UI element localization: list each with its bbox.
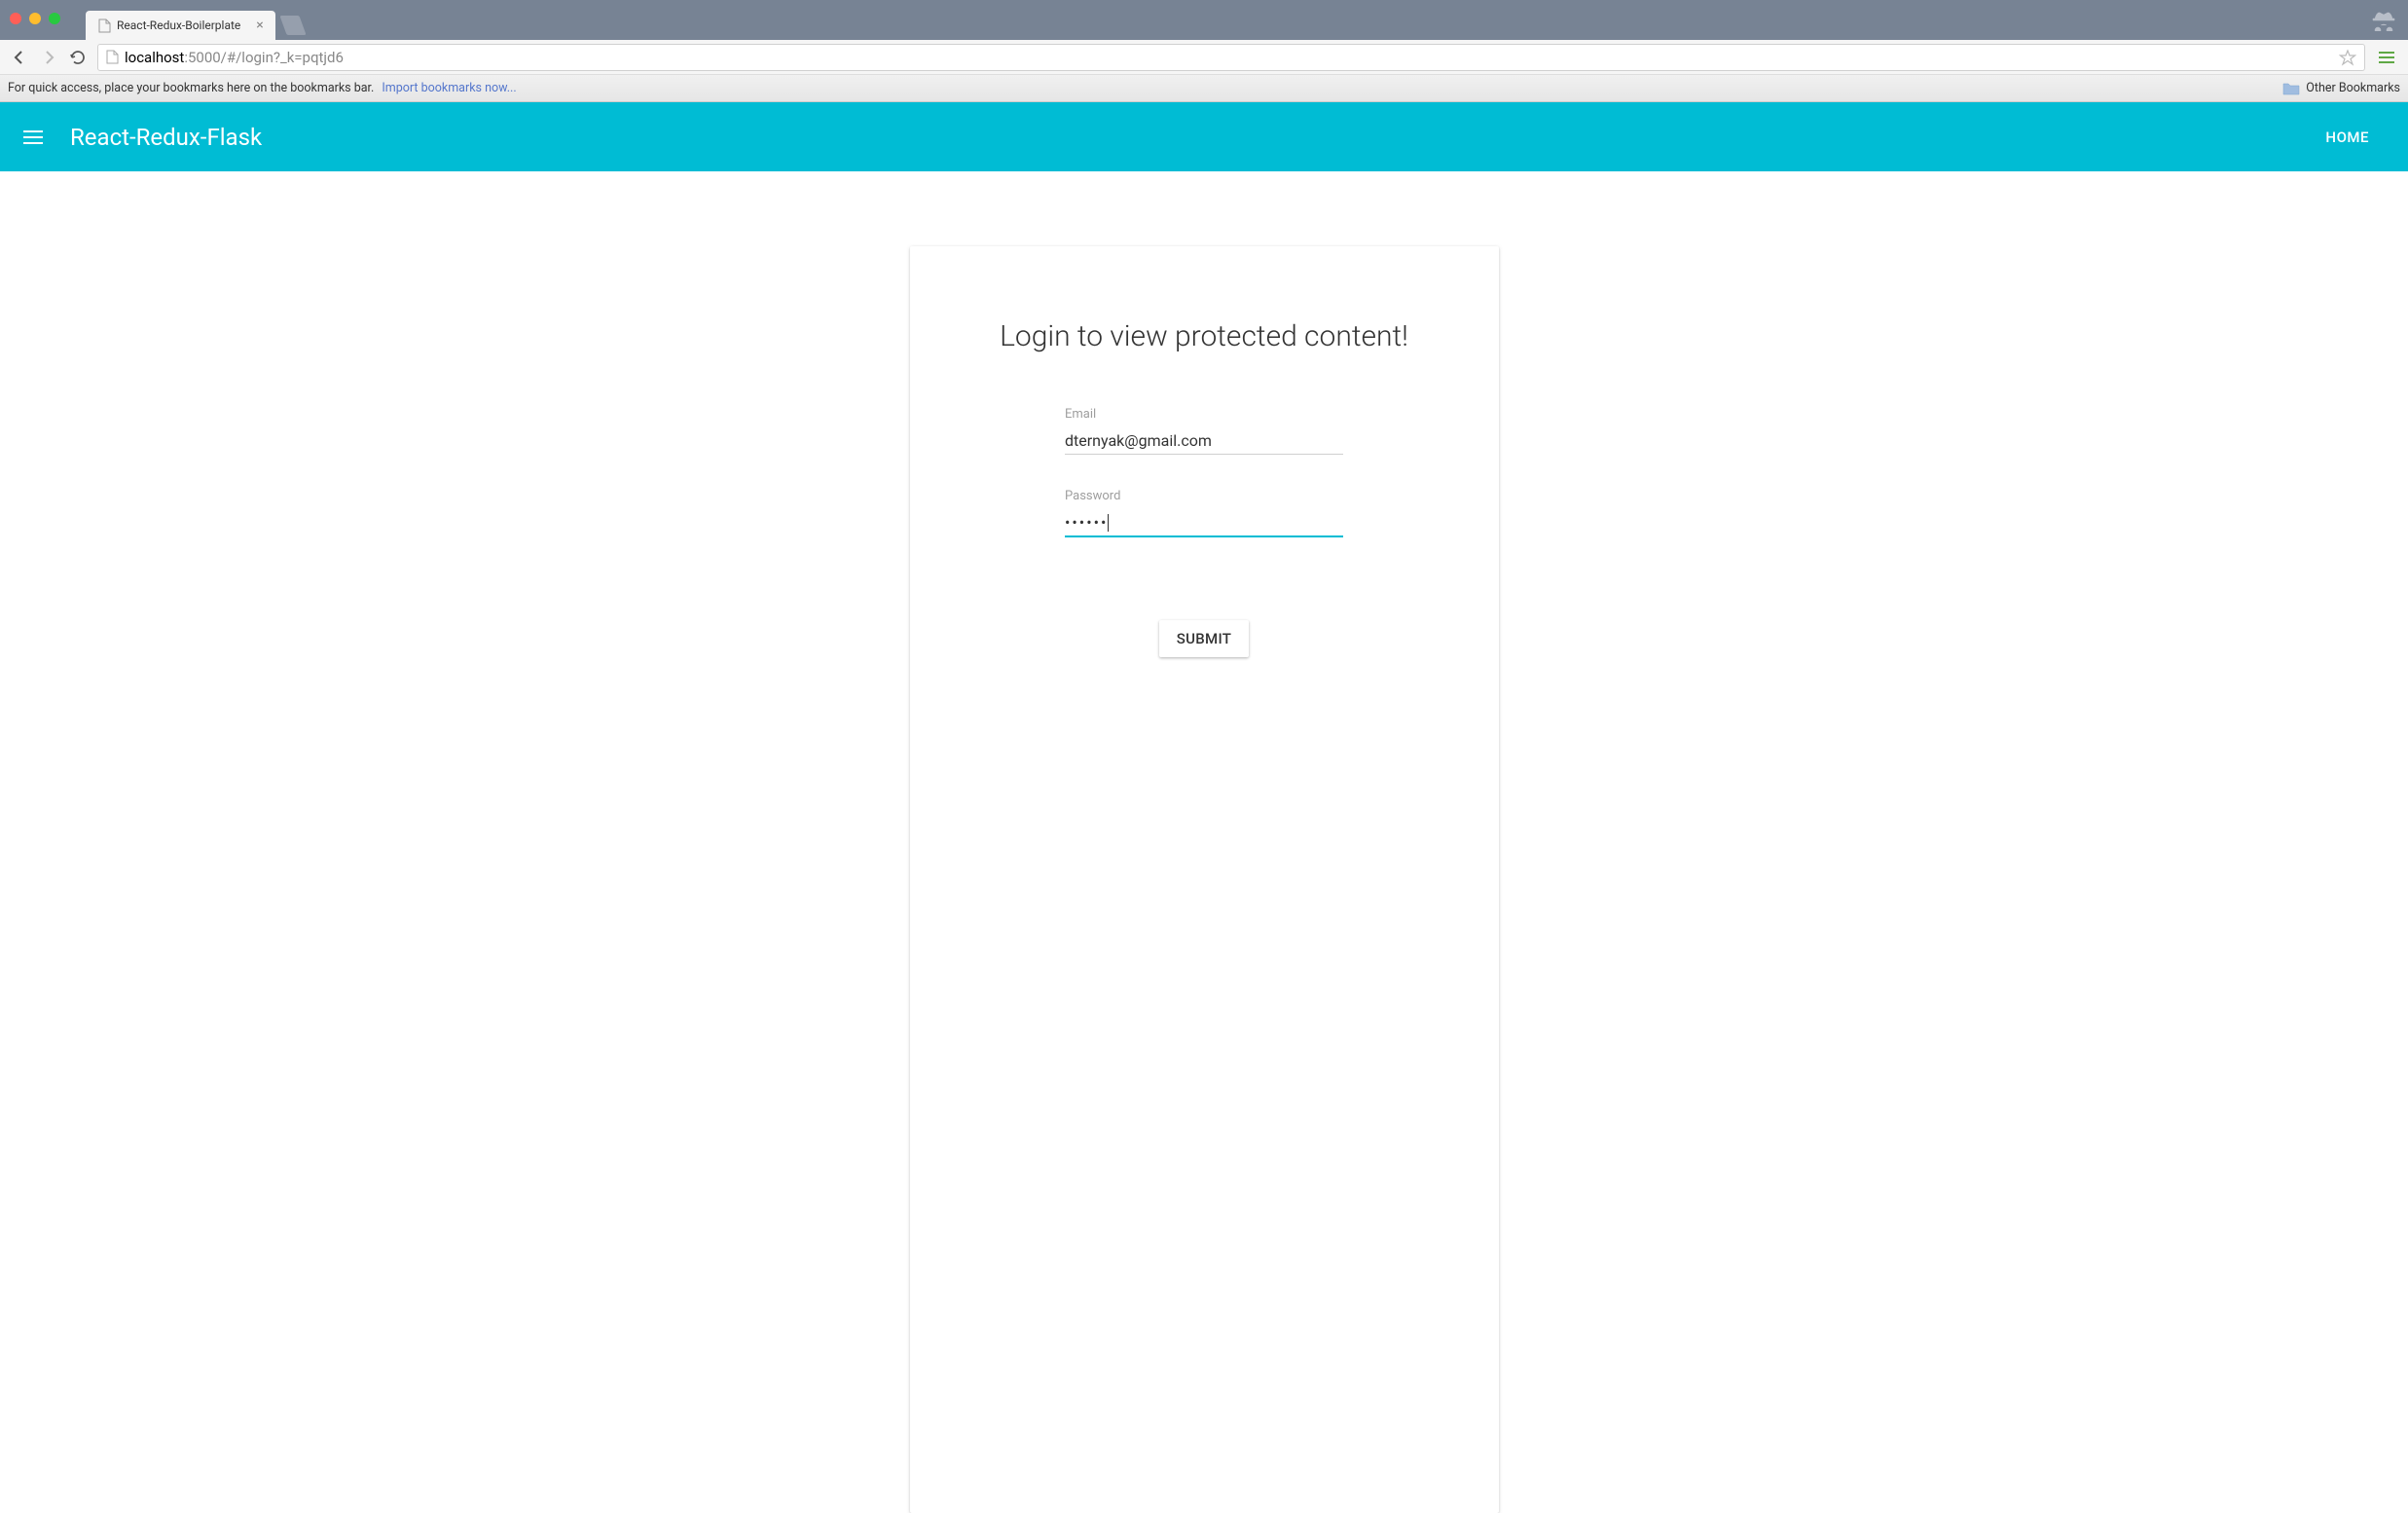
forward-button[interactable]	[39, 48, 58, 67]
close-window-button[interactable]	[10, 13, 21, 24]
window-controls	[10, 13, 60, 24]
menu-icon[interactable]	[19, 127, 47, 148]
folder-icon	[2282, 82, 2300, 95]
close-tab-icon[interactable]: ×	[256, 18, 263, 33]
app-title: React-Redux-Flask	[70, 124, 262, 151]
other-bookmarks-label: Other Bookmarks	[2306, 81, 2400, 95]
login-card: Login to view protected content! Email P…	[910, 246, 1499, 1513]
file-icon	[97, 18, 111, 32]
bookmarks-hint-text: For quick access, place your bookmarks h…	[8, 81, 374, 95]
browser-toolbar: localhost:5000/#/login?_k=pqtjd6	[0, 40, 2408, 75]
bookmarks-bar: For quick access, place your bookmarks h…	[0, 75, 2408, 102]
import-bookmarks-link[interactable]: Import bookmarks now...	[382, 81, 516, 95]
back-button[interactable]	[10, 48, 29, 67]
submit-button[interactable]: SUBMIT	[1159, 620, 1249, 657]
browser-tab-strip: React-Redux-Boilerplate ×	[0, 0, 2408, 40]
url-text: localhost:5000/#/login?_k=pqtjd6	[125, 49, 2333, 66]
password-field[interactable]	[1065, 509, 1343, 537]
page-content: Login to view protected content! Email P…	[0, 171, 2408, 1513]
text-cursor	[1108, 514, 1109, 532]
tab-title: React-Redux-Boilerplate	[117, 18, 240, 32]
email-label: Email	[1065, 407, 1343, 422]
password-field-wrap: Password	[1065, 489, 1343, 537]
login-heading: Login to view protected content!	[949, 319, 1460, 353]
other-bookmarks-button[interactable]: Other Bookmarks	[2282, 81, 2400, 95]
minimize-window-button[interactable]	[29, 13, 41, 24]
browser-tab[interactable]: React-Redux-Boilerplate ×	[86, 11, 275, 40]
new-tab-button[interactable]	[279, 16, 306, 35]
password-label: Password	[1065, 489, 1343, 503]
file-icon	[106, 50, 119, 64]
email-field-wrap: Email	[1065, 407, 1343, 455]
home-nav-link[interactable]: HOME	[2325, 129, 2389, 146]
address-bar[interactable]: localhost:5000/#/login?_k=pqtjd6	[97, 44, 2365, 71]
bookmark-star-icon[interactable]	[2339, 49, 2356, 66]
browser-menu-button[interactable]	[2375, 48, 2398, 67]
incognito-icon	[2371, 8, 2396, 35]
email-field[interactable]	[1065, 427, 1343, 455]
maximize-window-button[interactable]	[49, 13, 60, 24]
app-bar: React-Redux-Flask HOME	[0, 102, 2408, 171]
reload-button[interactable]	[68, 48, 88, 67]
